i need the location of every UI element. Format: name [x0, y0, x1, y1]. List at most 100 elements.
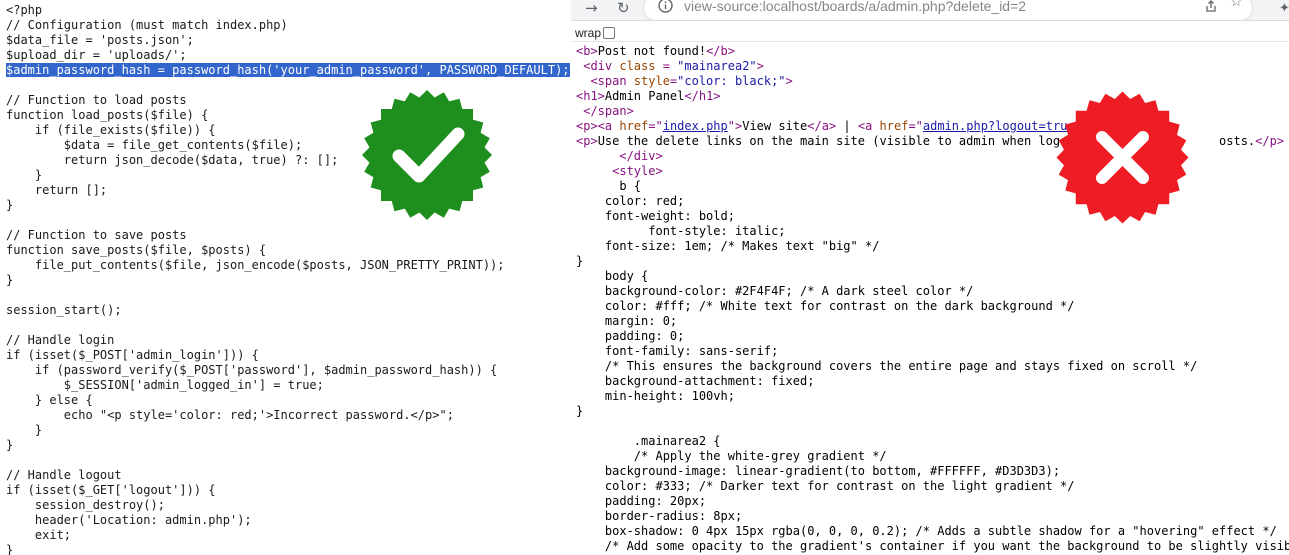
source-line: body {	[576, 269, 1289, 284]
back-arrow-icon[interactable]: →	[585, 0, 598, 20]
source-line: .mainarea2 {	[576, 434, 1289, 449]
source-token: </span>	[576, 104, 634, 118]
source-token: font-weight: bold;	[576, 209, 735, 223]
source-token: class	[619, 59, 656, 73]
source-line: background-image: linear-gradient(to bot…	[576, 464, 1289, 479]
source-line: /* Add some opacity to the gradient's co…	[576, 539, 1289, 554]
code-line: <?php	[6, 3, 43, 17]
source-token: ">	[727, 119, 743, 133]
source-line: <div class = "mainarea2">	[576, 59, 1289, 74]
source-token: >	[785, 74, 793, 88]
wrap-toggle[interactable]: wrap	[575, 25, 616, 41]
source-token: =	[655, 59, 678, 73]
source-line: margin: 0;	[576, 314, 1289, 329]
selected-text: $admin_password_hash = password_hash('yo…	[6, 63, 570, 77]
source-token: font-size: 1em; /* Makes text "big" */	[576, 239, 880, 253]
source-token: Post not found!	[597, 44, 707, 58]
source-line: <b>Post not found!</b>	[576, 44, 1289, 59]
code-line: function save_posts($file, $posts) {	[6, 243, 267, 257]
source-line: color: #fff; /* White text for contrast …	[576, 299, 1289, 314]
code-line: if (isset($_POST['admin_login'])) {	[6, 348, 259, 362]
code-line: $admin_password_hash = password_hash('yo…	[6, 63, 570, 78]
source-line	[576, 419, 1289, 434]
toolbar-divider	[571, 41, 1289, 42]
source-line: box-shadow: 0 4px 15px rgba(0, 0, 0, 0.2…	[576, 524, 1289, 539]
code-line: if (password_verify($_POST['password'], …	[6, 363, 498, 377]
source-link[interactable]: admin.php?logout=tru	[923, 119, 1068, 133]
source-line: min-height: 100vh;	[576, 389, 1289, 404]
source-token: box-shadow: 0 4px 15px rgba(0, 0, 0, 0.2…	[576, 524, 1277, 538]
code-line: // Function to save posts	[6, 228, 187, 242]
source-token: "	[655, 119, 663, 133]
source-line: color: #333; /* Darker text for contrast…	[576, 479, 1289, 494]
source-token: Use the delete links on the main site (v…	[597, 134, 1039, 148]
source-line: border-radius: 8px;	[576, 509, 1289, 524]
source-token: /* Apply the white-grey gradient */	[576, 449, 887, 463]
source-token: color: #fff; /* White text for contrast …	[576, 299, 1075, 313]
code-line: }	[6, 438, 14, 452]
source-token: View site	[742, 119, 808, 133]
code-line: session_destroy();	[6, 498, 165, 512]
source-line: }	[576, 404, 1289, 419]
share-icon[interactable]	[1204, 0, 1218, 13]
source-token: |	[836, 119, 858, 133]
source-token: =	[648, 119, 656, 133]
source-token: border-radius: 8px;	[576, 509, 743, 523]
bookmark-star-icon[interactable]: ☆	[1230, 0, 1243, 14]
source-token: }	[576, 404, 584, 418]
source-token: <style>	[576, 164, 663, 178]
browser-toolbar: → ↻ view-source:localhost/boards/a/admin…	[571, 0, 1289, 21]
source-token: =	[908, 119, 916, 133]
source-token: padding: 0;	[576, 329, 685, 343]
source-line: padding: 0;	[576, 329, 1289, 344]
address-bar[interactable]: view-source:localhost/boards/a/admin.php…	[643, 0, 1253, 20]
source-line: <span style="color: black;">	[576, 74, 1289, 89]
source-line: font-size: 1em; /* Makes text "big" */	[576, 239, 1289, 254]
source-token: </b>	[706, 44, 735, 58]
code-line: session_start();	[6, 303, 122, 317]
source-token: "color: black;"	[677, 74, 786, 88]
source-token: body {	[576, 269, 649, 283]
code-line: $_SESSION['admin_logged_in'] = true;	[6, 378, 324, 392]
source-token: "	[915, 119, 923, 133]
source-token: <div	[576, 59, 620, 73]
source-token: <p><a	[576, 119, 620, 133]
source-token: font-style: italic;	[576, 224, 786, 238]
source-link[interactable]: index.php	[663, 119, 728, 133]
green-check-badge-icon	[362, 90, 492, 220]
code-line: // Configuration (must match index.php)	[6, 18, 288, 32]
source-token: style	[633, 74, 670, 88]
php-source-code: <?php// Configuration (must match index.…	[0, 0, 570, 555]
source-token: <a	[857, 119, 880, 133]
code-line: } else {	[6, 393, 93, 407]
source-line: background-color: #2F4F4F; /* A dark ste…	[576, 284, 1289, 299]
source-token: "mainarea2"	[677, 59, 757, 73]
source-token: }	[576, 254, 584, 268]
browser-panel: → ↻ view-source:localhost/boards/a/admin…	[571, 0, 1289, 555]
source-token: <p>	[576, 134, 598, 148]
php-code-panel: <?php// Configuration (must match index.…	[0, 0, 570, 555]
source-token: .mainarea2 {	[576, 434, 721, 448]
source-token: background-color: #2F4F4F; /* A dark ste…	[576, 284, 974, 298]
source-token: color: #333; /* Darker text for contrast…	[576, 479, 1075, 493]
source-line: background-attachment: fixed;	[576, 374, 1289, 389]
reload-icon[interactable]: ↻	[617, 0, 630, 20]
source-line: padding: 20px;	[576, 494, 1289, 509]
wrap-checkbox[interactable]	[603, 27, 616, 39]
source-token: min-height: 100vh;	[576, 389, 735, 403]
extension-icon[interactable]: ✦	[1279, 0, 1289, 20]
info-icon[interactable]	[658, 0, 673, 13]
source-token: /* Add some opacity to the gradient's co…	[576, 539, 1289, 553]
source-token: b {	[576, 179, 642, 193]
source-token: font-family: sans-serif;	[576, 344, 779, 358]
code-line: // Handle login	[6, 333, 115, 347]
source-token: </h1>	[684, 89, 721, 103]
code-line: file_put_contents($file, json_encode($po…	[6, 258, 505, 272]
code-line: exit;	[6, 528, 72, 542]
source-token: /* This ensures the background covers th…	[576, 359, 1198, 373]
source-token: </div>	[576, 149, 663, 163]
code-line: $data_file = 'posts.json';	[6, 33, 194, 47]
code-line: echo "<p style='color: red;'>Incorrect p…	[6, 408, 454, 422]
